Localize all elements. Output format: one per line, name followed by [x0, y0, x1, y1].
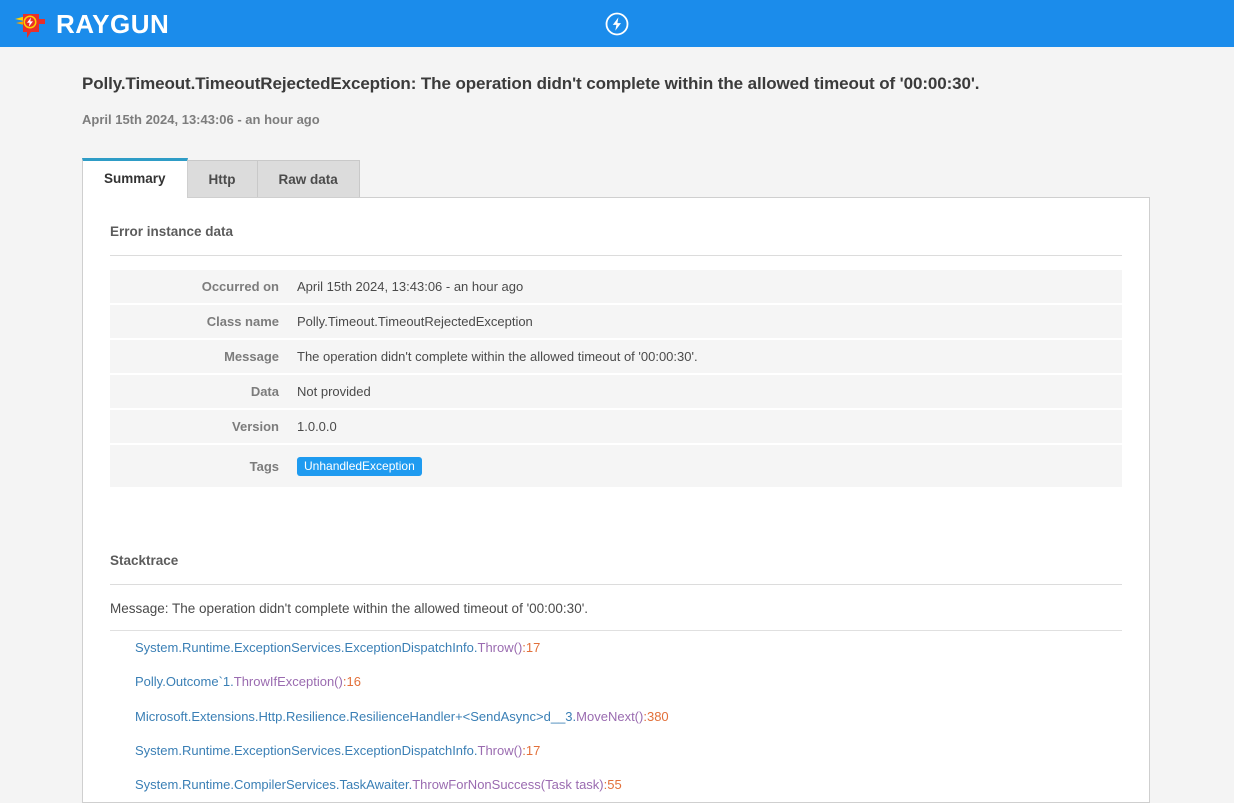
row-label: Class name [110, 304, 295, 341]
brand-name-text: RAYGUN [56, 8, 170, 39]
list-item[interactable]: System.Runtime.ExceptionServices.Excepti… [83, 631, 1149, 665]
row-value: The operation didn't complete within the… [295, 339, 1122, 376]
stacktrace-frame-list: System.Runtime.ExceptionServices.Excepti… [83, 631, 1149, 802]
brand-home-link[interactable]: RAYGUN [14, 9, 169, 39]
row-value: Polly.Timeout.TimeoutRejectedException [295, 304, 1122, 341]
status-badge[interactable]: UnhandledException [297, 456, 422, 476]
list-item[interactable]: Microsoft.Extensions.Http.Resilience.Res… [83, 700, 1149, 734]
detail-tabs: Summary Http Raw data [82, 157, 1234, 199]
frame-line-number: 16 [346, 674, 361, 690]
frame-namespace: System.Runtime.ExceptionServices.Excepti… [135, 742, 478, 758]
frame-line-number: 17 [525, 742, 541, 758]
stacktrace-section: Stacktrace Message: The operation didn't… [83, 527, 1149, 802]
row-value: April 15th 2024, 13:43:06 - an hour ago [295, 270, 1122, 306]
frame-method: MoveNext() [576, 708, 644, 724]
tab-summary[interactable]: Summary [82, 158, 188, 199]
table-row: Class name Polly.Timeout.TimeoutRejected… [110, 304, 1122, 341]
row-value-tags: UnhandledException [295, 444, 1122, 487]
page-title: Polly.Timeout.TimeoutRejectedException: … [82, 74, 980, 93]
top-navigation-bar: RAYGUN [0, 0, 1234, 47]
table-row: Data Not provided [110, 374, 1122, 411]
table-row: Message The operation didn't complete wi… [110, 339, 1122, 376]
stacktrace-message: Message: The operation didn't complete w… [110, 601, 1122, 632]
row-label: Occurred on [110, 270, 295, 306]
error-instance-data-heading: Error instance data [110, 224, 234, 240]
section-divider [110, 584, 1122, 586]
row-label: Message [110, 339, 295, 376]
row-value: Not provided [295, 374, 1122, 411]
frame-namespace: System.Runtime.CompilerServices.TaskAwai… [135, 777, 413, 793]
row-label-tags: Tags [249, 458, 279, 474]
row-value: 1.0.0.0 [295, 409, 1122, 446]
list-item[interactable]: System.Runtime.ExceptionServices.Excepti… [83, 734, 1149, 768]
frame-method: Throw() [477, 742, 523, 758]
frame-line-number: 17 [525, 640, 541, 656]
list-item[interactable]: Polly.Outcome`1.ThrowIfException():16 [83, 665, 1149, 699]
row-label: Version [110, 409, 295, 446]
section-divider [110, 255, 1122, 257]
table-row: Occurred on April 15th 2024, 13:43:06 - … [110, 270, 1122, 306]
error-instance-table: Occurred on April 15th 2024, 13:43:06 - … [110, 270, 1122, 488]
tab-http[interactable]: Http [186, 160, 258, 199]
table-row-tags: Tags UnhandledException [110, 444, 1122, 488]
frame-namespace: System.Runtime.ExceptionServices.Excepti… [135, 640, 478, 656]
table-row: Version 1.0.0.0 [110, 409, 1122, 446]
page-content: Polly.Timeout.TimeoutRejectedException: … [0, 47, 1234, 803]
error-header: Polly.Timeout.TimeoutRejectedException: … [0, 47, 1234, 127]
raygun-logo-icon [15, 13, 45, 38]
error-timestamp: April 15th 2024, 13:43:06 - an hour ago [82, 112, 320, 128]
frame-method: ThrowForNonSuccess(Task task) [412, 777, 604, 793]
frame-line-number: 380 [646, 708, 669, 724]
frame-method: ThrowIfException() [233, 674, 343, 690]
list-item[interactable]: System.Runtime.CompilerServices.TaskAwai… [83, 768, 1149, 802]
summary-panel: Error instance data Occurred on April 15… [82, 197, 1150, 803]
tab-raw-data[interactable]: Raw data [256, 160, 360, 199]
row-label: Data [110, 374, 295, 411]
frame-namespace: Polly.Outcome`1. [135, 674, 234, 690]
lightning-bolt-circle-icon[interactable] [604, 11, 630, 37]
frame-namespace: Microsoft.Extensions.Http.Resilience.Res… [135, 708, 577, 724]
stacktrace-heading: Stacktrace [110, 553, 179, 569]
frame-line-number: 55 [607, 777, 622, 793]
frame-method: Throw() [477, 640, 523, 656]
